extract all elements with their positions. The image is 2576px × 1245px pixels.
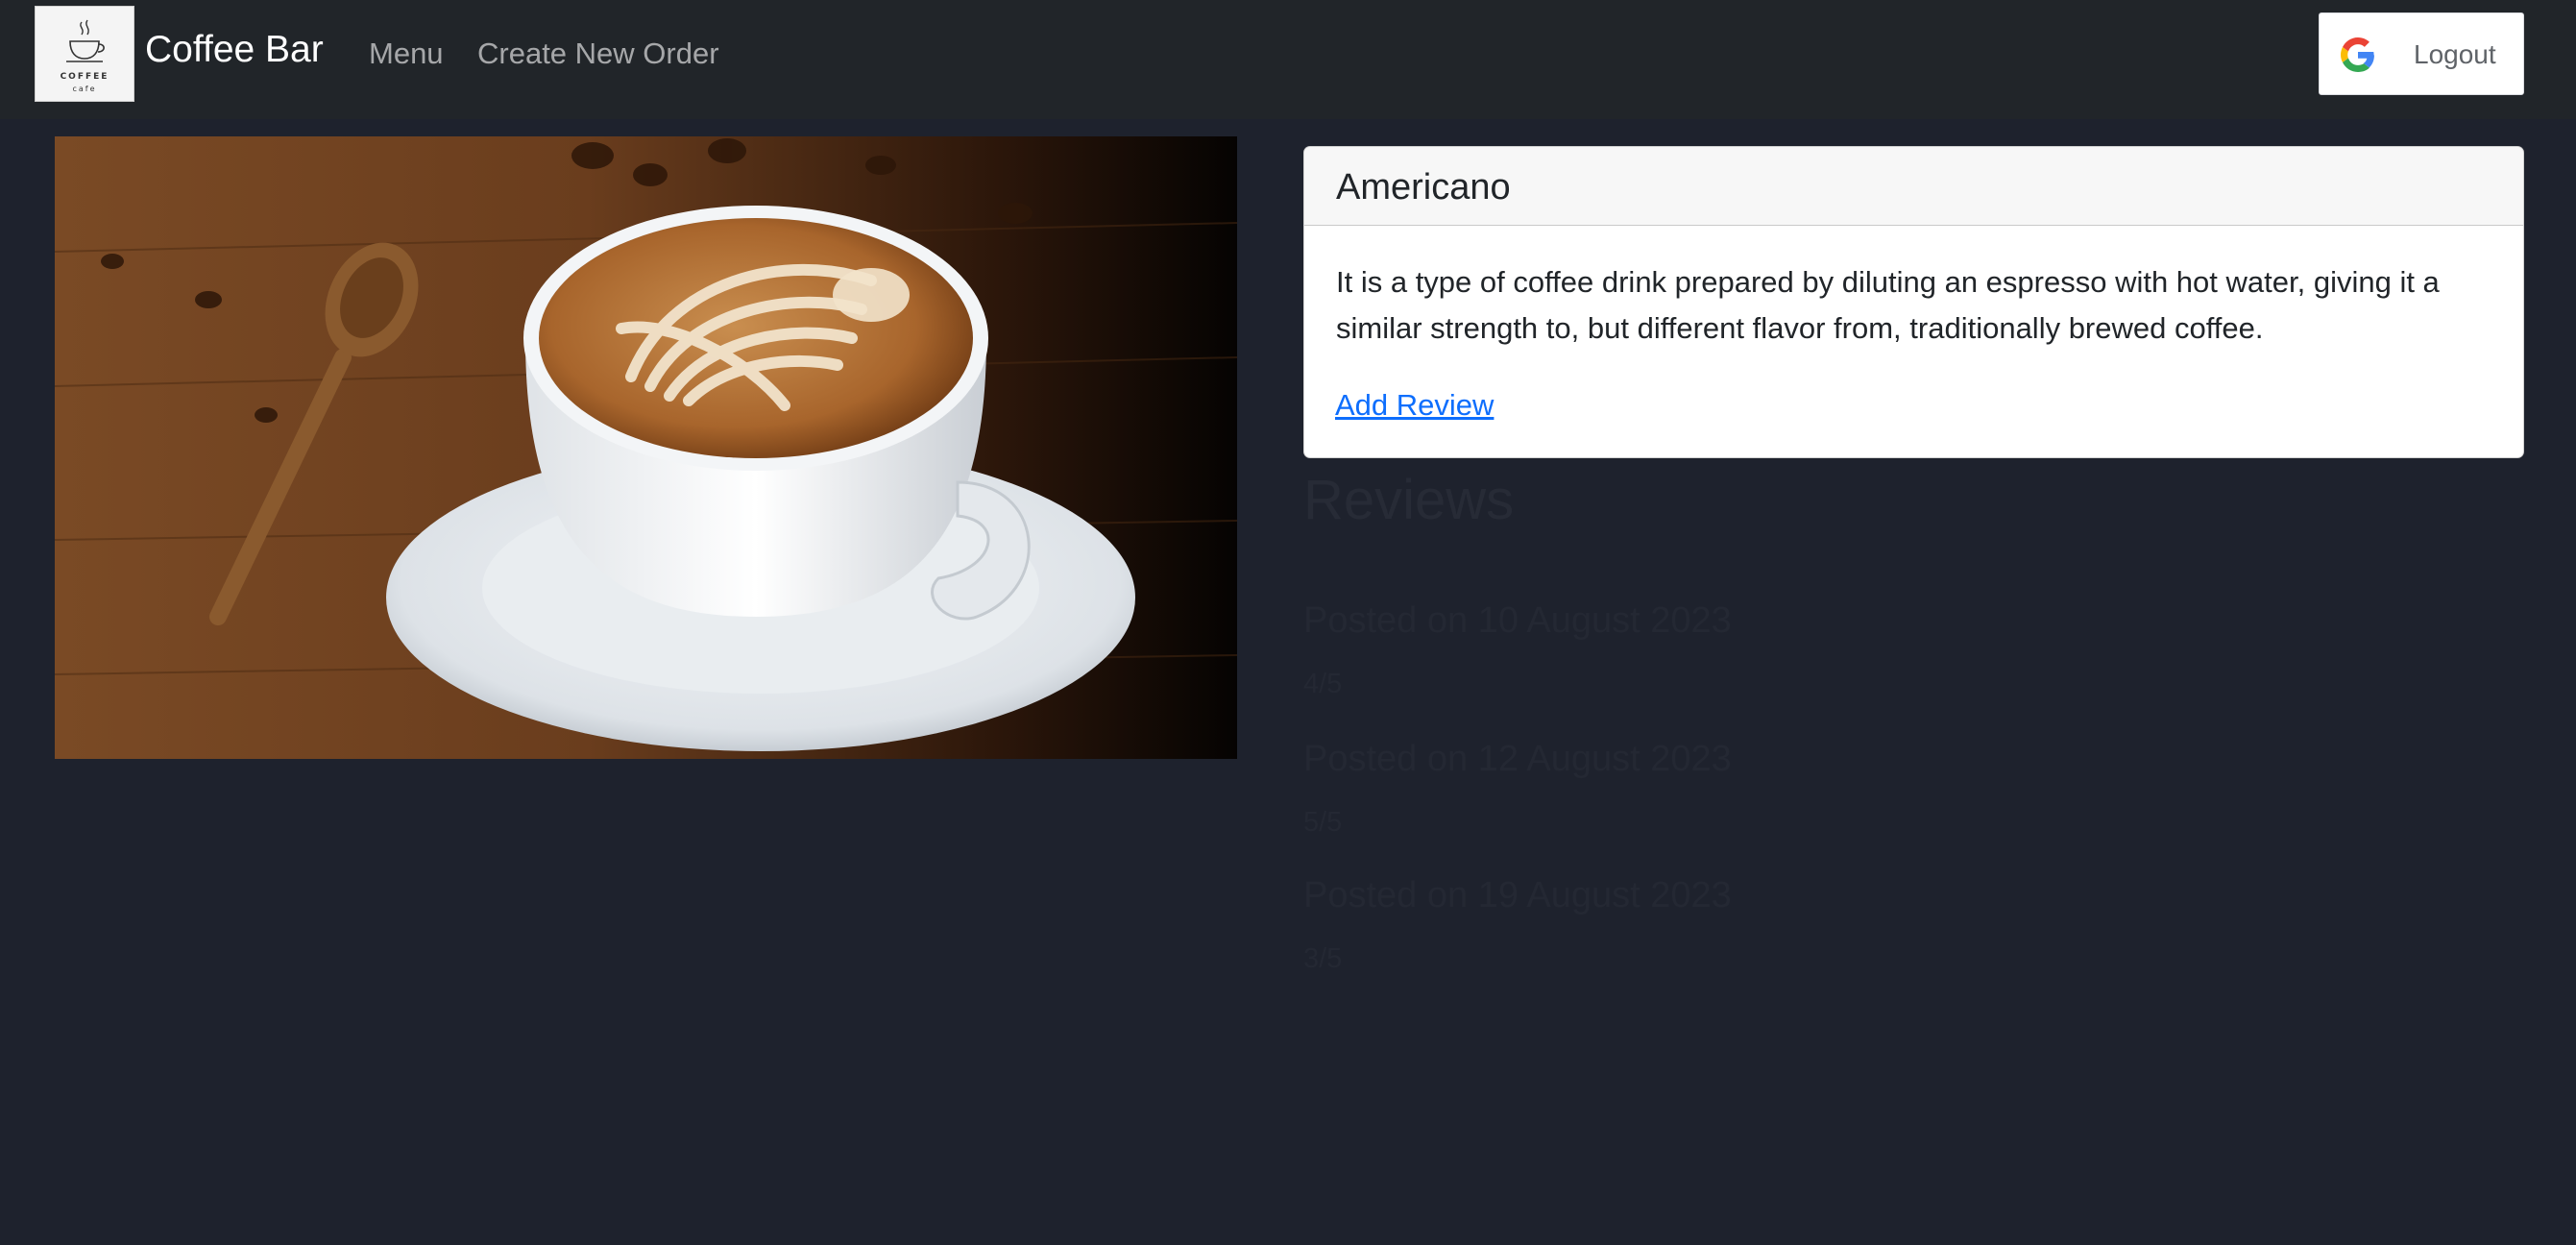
review-heading: Posted on 12 August 2023 [1303, 739, 1732, 779]
brand-logo[interactable]: COFFEE cafe [35, 6, 134, 102]
navbar: COFFEE cafe Coffee Bar Menu Create New O… [0, 0, 2576, 119]
nav-link-create-new-order[interactable]: Create New Order [477, 36, 719, 72]
review-rating: 3/5 [1303, 943, 1343, 974]
coffee-cup-logo-icon [66, 19, 105, 62]
logout-label: Logout [2414, 39, 2496, 69]
product-description: It is a type of coffee drink prepared by… [1336, 265, 2440, 345]
google-g-icon [2341, 37, 2374, 72]
latte-art-image [55, 136, 1237, 759]
card-header: Americano [1304, 147, 2523, 226]
review-rating: 5/5 [1303, 807, 1343, 838]
product-title: Americano [1336, 167, 1511, 208]
add-review-link[interactable]: Add Review [1335, 387, 1494, 424]
brand-name[interactable]: Coffee Bar [145, 27, 324, 73]
logout-button[interactable]: Logout [2319, 12, 2524, 95]
review-heading: Posted on 19 August 2023 [1303, 875, 1732, 915]
coffee-product-image [55, 136, 1237, 759]
logo-text: COFFEE [60, 72, 109, 82]
review-heading: Posted on 10 August 2023 [1303, 600, 1732, 641]
logo-subtext: cafe [72, 85, 97, 93]
review-rating: 4/5 [1303, 669, 1343, 699]
reviews-title: Reviews [1303, 469, 1515, 531]
nav-link-menu[interactable]: Menu [369, 36, 444, 72]
